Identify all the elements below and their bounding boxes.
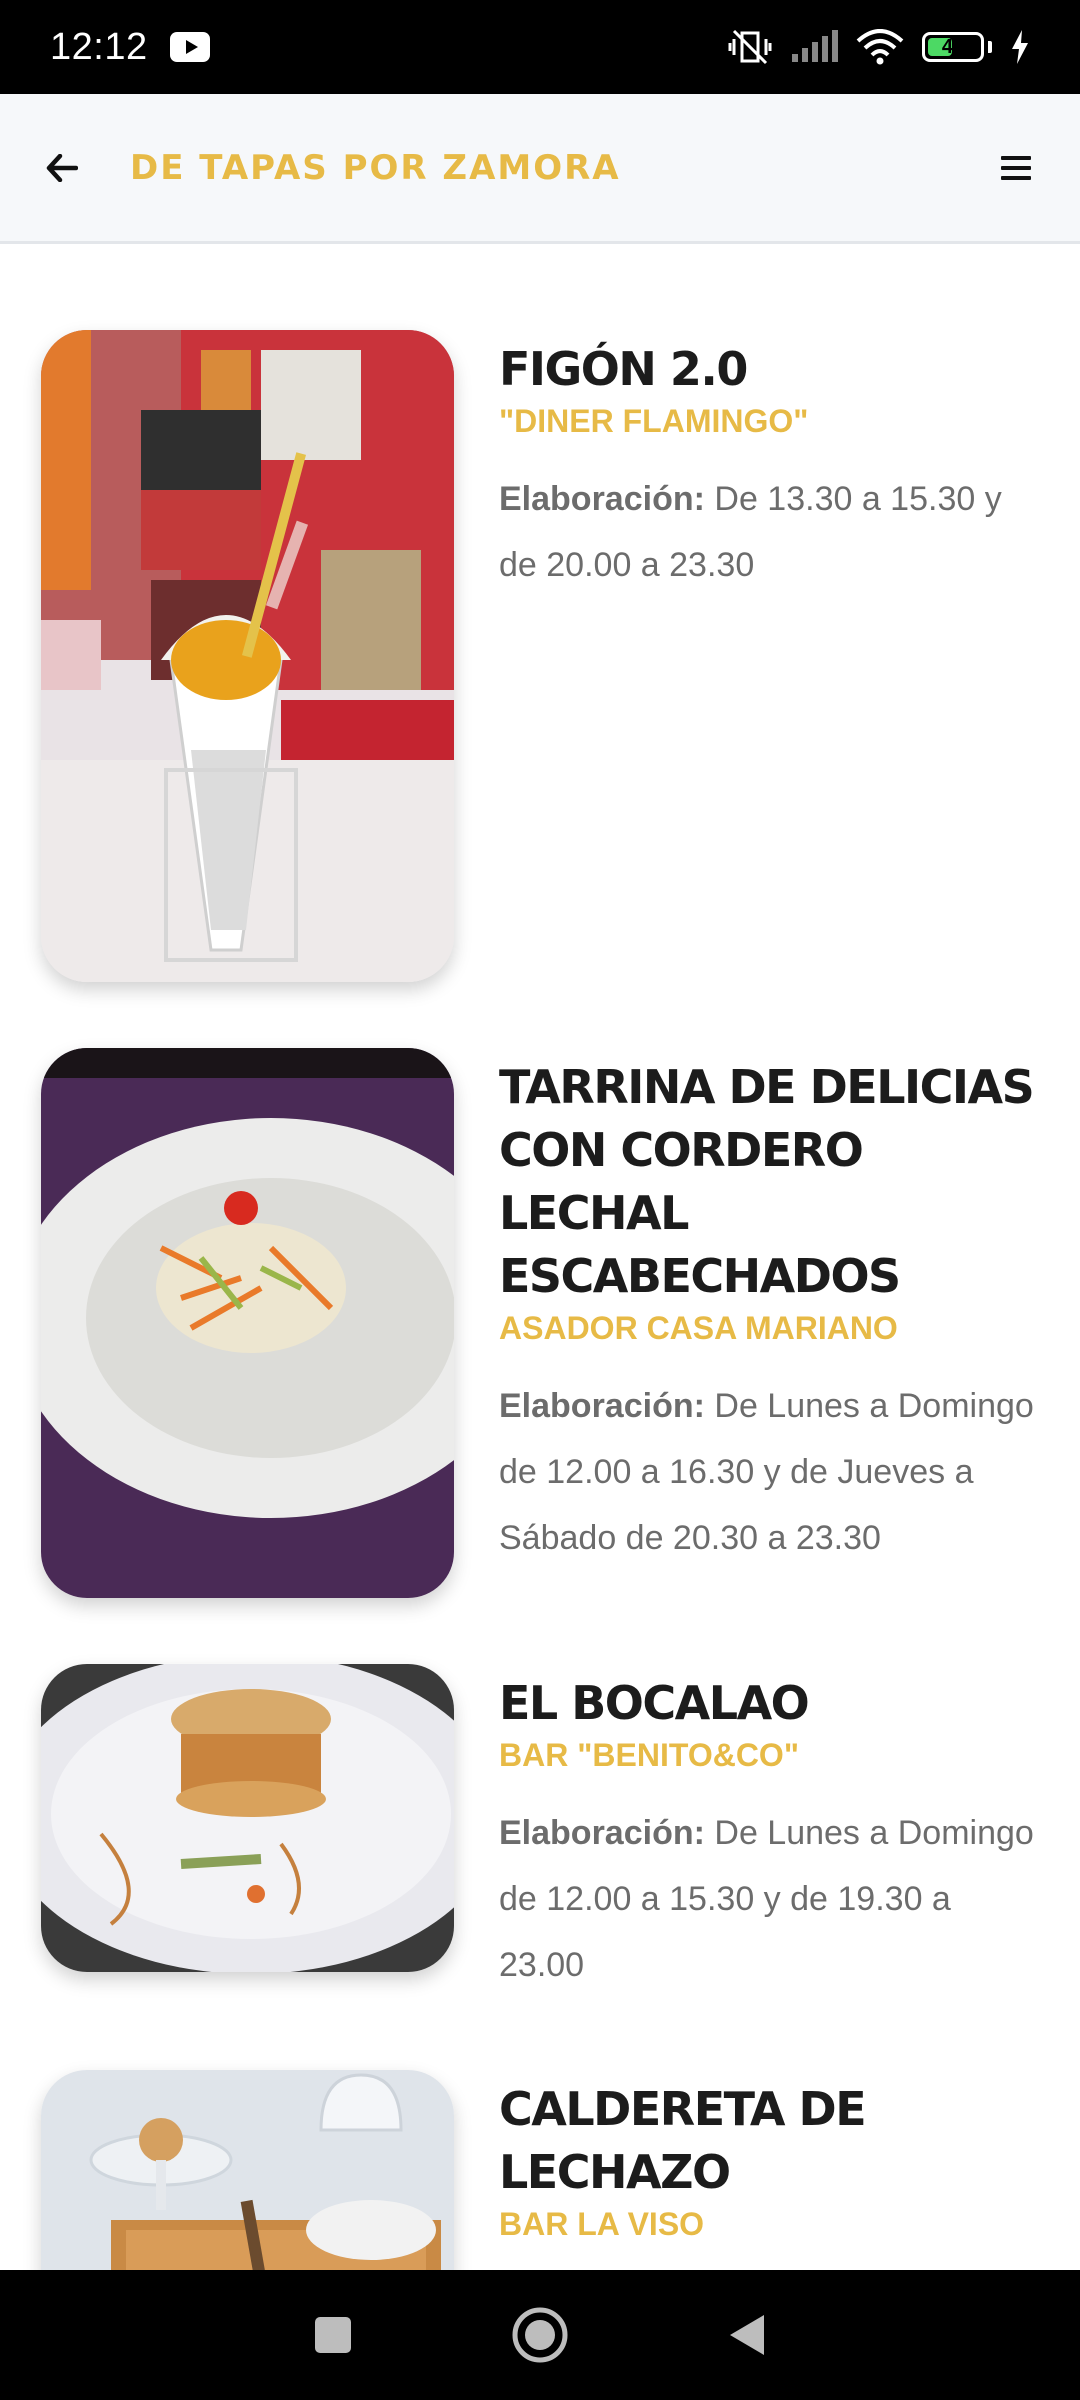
status-right: 48 — [728, 27, 1030, 67]
tapa-tray-photo[interactable] — [41, 2070, 454, 2270]
app-bar: DE TAPAS POR ZAMORA — [0, 94, 1080, 244]
venue-name: BAR "BENITO&CO" — [499, 1737, 799, 1773]
dish-name: EL BOCALAO — [499, 1676, 810, 1730]
youtube-icon — [169, 32, 210, 62]
home-button[interactable] — [505, 2300, 575, 2370]
hours-label: Elaboración: — [499, 480, 705, 518]
vibrate-off-icon — [728, 27, 772, 67]
page-title: DE TAPAS POR ZAMORA — [130, 147, 621, 188]
hours-label: Elaboración: — [499, 1814, 705, 1852]
tapa-info: TARRINA DE DELICIAS CON CORDERO LECHAL E… — [499, 1048, 1039, 1598]
tapa-card[interactable]: EL BOCALAO BAR "BENITO&CO" Elaboración: … — [41, 1664, 1041, 1998]
hours-text: Elaboración: De 13.30 a 15.30 y de 20.00… — [499, 466, 1039, 598]
hours-label: Elaboración: — [499, 1387, 705, 1425]
back-nav-button[interactable] — [712, 2300, 782, 2370]
tapa-card[interactable]: FIGÓN 2.0 "DINER FLAMINGO" Elaboración: … — [41, 330, 1041, 982]
charging-icon — [1010, 30, 1030, 64]
menu-button[interactable] — [996, 150, 1036, 186]
system-nav-bar — [0, 2270, 1080, 2400]
venue-name: "DINER FLAMINGO" — [499, 403, 809, 439]
back-triangle-icon — [729, 2315, 764, 2355]
hours-text: Elaboración: De Lunes a Domingo de 12.00… — [499, 1373, 1039, 1571]
hours-text: Elaboración: De Lunes a Domingo de 12.00… — [499, 1800, 1039, 1998]
battery-icon: 48 — [922, 32, 984, 62]
back-button[interactable] — [44, 150, 80, 186]
arrow-left-icon — [46, 153, 78, 182]
dish-name: TARRINA DE DELICIAS CON CORDERO LECHAL E… — [499, 1060, 1035, 1303]
wifi-icon — [856, 29, 904, 65]
venue-name: BAR LA VISO — [499, 2206, 705, 2242]
status-time: 12:12 — [50, 25, 148, 68]
tapa-card[interactable]: TARRINA DE DELICIAS CON CORDERO LECHAL E… — [41, 1048, 1041, 1598]
tapa-cone-photo[interactable] — [41, 330, 454, 982]
tapas-list[interactable]: FIGÓN 2.0 "DINER FLAMINGO" Elaboración: … — [0, 244, 1080, 2270]
battery-level: 48 — [941, 35, 965, 58]
dish-name: CALDERETA DE LECHAZO — [499, 2082, 867, 2199]
venue-name: ASADOR CASA MARIANO — [499, 1310, 898, 1346]
status-bar: 12:12 48 — [0, 0, 1080, 94]
status-left: 12:12 — [50, 26, 210, 69]
dish-name: FIGÓN 2.0 — [499, 342, 748, 396]
battery-tip — [988, 41, 992, 53]
recents-square-icon — [315, 2317, 352, 2353]
tapa-info: FIGÓN 2.0 "DINER FLAMINGO" Elaboración: … — [499, 330, 1039, 982]
home-circle-icon — [512, 2307, 568, 2363]
tapa-plate-photo[interactable] — [41, 1048, 454, 1598]
hamburger-menu-icon — [1001, 155, 1031, 180]
recents-button[interactable] — [298, 2300, 368, 2370]
signal-icon — [790, 30, 838, 64]
tapa-card[interactable]: CALDERETA DE LECHAZO BAR LA VISO — [41, 2070, 1041, 2270]
tapa-info: EL BOCALAO BAR "BENITO&CO" Elaboración: … — [499, 1664, 1039, 1998]
tapa-info: CALDERETA DE LECHAZO BAR LA VISO — [499, 2070, 1039, 2270]
tapa-sandwich-photo[interactable] — [41, 1664, 454, 1972]
